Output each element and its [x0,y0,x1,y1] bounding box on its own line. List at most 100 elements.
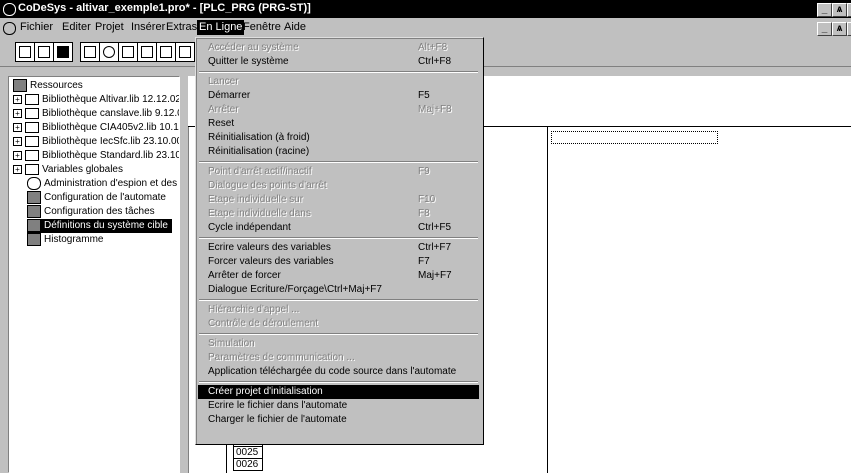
tree-item-histogramme[interactable]: Histogramme [27,233,103,247]
line-number: 0026 [236,459,259,470]
expand-icon[interactable]: + [13,136,22,146]
monitor-divider[interactable] [547,127,548,473]
menu-item-shortcut: F5 [418,90,430,101]
object-tree[interactable]: Ressources + Bibliothèque Altivar.lib 12.… [8,76,180,473]
menu-item-22[interactable]: Contrôle de déroulement [198,317,479,331]
menu-item-4[interactable]: Démarrer F5 [198,89,479,103]
tree-item-ressources[interactable]: Ressources [13,79,83,93]
folder-icon [25,121,39,133]
menu-item-6[interactable]: Reset [198,117,479,131]
open-folder-icon[interactable] [34,42,54,62]
tree-item-config-automate[interactable]: Configuration de l'automate [27,191,166,205]
stop-icon[interactable] [137,42,157,62]
doc-restore-button[interactable]: ѧ [832,22,847,36]
menu-item-label: Quitter le système [208,56,289,67]
menu-item-24[interactable]: Simulation [198,337,479,351]
menu-item-5[interactable]: Arrêter Maj+F8 [198,103,479,117]
expand-icon[interactable]: + [13,150,22,160]
menu-item-shortcut: F7 [418,256,430,267]
menu-item-12[interactable]: Etape individuelle sur F10 [198,193,479,207]
logout-icon[interactable] [99,42,119,62]
menu-item-17[interactable]: Forcer valeurs des variables F7 [198,255,479,269]
menu-item-7[interactable]: Réinitialisation (à froid) [198,131,479,145]
step-in-icon[interactable] [175,42,195,62]
menu-item-0[interactable]: Accéder au système Alt+F8 [198,41,479,55]
menu-item-18[interactable]: Arrêter de forcer Maj+F7 [198,269,479,283]
tree-item-lib-iecsfc[interactable]: + Bibliothèque IecSfc.lib 23.10.00 15:2 [13,135,179,149]
expand-icon[interactable]: + [13,108,22,118]
run-icon[interactable] [118,42,138,62]
tree-item-label: Variables globales [42,164,123,175]
menu-item-label: Accéder au système [208,42,299,53]
menu-item-30[interactable]: Charger le fichier de l'automate [198,413,479,427]
new-file-icon[interactable] [15,42,35,62]
app-icon [3,3,16,16]
menu-item-10[interactable]: Point d'arrêt actif/inactif F9 [198,165,479,179]
menu-item-26[interactable]: Application téléchargée du code source d… [198,365,479,379]
menu-item-14[interactable]: Cycle indépendant Ctrl+F5 [198,221,479,235]
login-icon[interactable] [80,42,100,62]
tree-item-lib-standard[interactable]: + Bibliothèque Standard.lib 23.10.00 1! [13,149,179,163]
tree-item-label: Administration d'espion et des recette [44,178,179,190]
tree-item-definitions-cible[interactable]: Définitions du système cible [27,219,172,233]
menu-item-label: Réinitialisation (à froid) [208,132,310,143]
menu-fenetre[interactable]: Fenêtre [243,21,281,33]
menu-extras[interactable]: Extras [166,21,197,33]
menu-item-shortcut: F9 [418,166,430,177]
line-number: 0025 [234,447,262,459]
menu-item-8[interactable]: Réinitialisation (racine) [198,145,479,159]
menu-item-label: Simulation [208,338,255,349]
window-title: CoDeSys - altivar_exemple1.pro* - [PLC_P… [18,2,311,14]
menu-item-1[interactable]: Quitter le système Ctrl+F8 [198,55,479,69]
trace-icon [27,233,41,246]
folder-icon [25,107,39,119]
menu-item-29[interactable]: Ecrire le fichier dans l'automate [198,399,479,413]
tree-item-lib-cia405[interactable]: + Bibliothèque CIA405v2.lib 10.12.02 1 [13,121,179,135]
menu-inserer[interactable]: Insérer [131,21,165,33]
menu-item-label: Dialogue des points d'arrêt [208,180,327,191]
menu-item-19[interactable]: Dialogue Ecriture/Forçage\Ctrl+Maj+F7 [198,283,479,297]
tree-item-variables-globales[interactable]: + Variables globales [13,163,123,177]
menu-separator [199,237,478,239]
monitor-field[interactable] [551,131,718,144]
tree-item-lib-altivar[interactable]: + Bibliothèque Altivar.lib 12.12.02 11:0 [13,93,179,107]
expand-icon[interactable]: + [13,164,22,174]
expand-icon[interactable]: + [13,94,22,104]
menu-item-label: Point d'arrêt actif/inactif [208,166,312,177]
tree-item-label: Configuration de l'automate [44,192,166,204]
tree-item-administration[interactable]: Administration d'espion et des recette [27,177,179,191]
menu-separator [199,71,478,73]
save-icon[interactable] [53,42,73,62]
menu-item-label: Paramètres de communication ... [208,352,355,363]
tree-item-config-taches[interactable]: Configuration des tâches [27,205,155,219]
expand-icon[interactable]: + [13,122,22,132]
menu-item-label: Application téléchargée du code source d… [208,366,457,377]
menu-item-label: Ecrire le fichier dans l'automate [208,400,348,411]
menu-fichier[interactable]: Fichier [20,21,53,33]
resources-icon [13,79,27,92]
menu-item-21[interactable]: Hiérarchie d'appel ... [198,303,479,317]
menu-aide[interactable]: Aide [284,21,306,33]
minimize-button[interactable]: _ [817,3,832,17]
close-button[interactable] [847,3,851,17]
tree-item-label: Bibliothèque CIA405v2.lib 10.12.02 1 [42,122,179,133]
menu-item-25[interactable]: Paramètres de communication ... [198,351,479,365]
menu-item-28[interactable]: Créer projet d'initialisation [198,385,479,399]
doc-minimize-button[interactable]: _ [817,22,832,36]
menu-item-label: Contrôle de déroulement [208,318,319,329]
menu-editer[interactable]: Editer [62,21,91,33]
step-over-icon[interactable] [156,42,176,62]
menu-en-ligne[interactable]: En Ligne [197,20,245,35]
menu-separator [199,299,478,301]
menu-item-shortcut: Alt+F8 [418,42,448,53]
menu-projet[interactable]: Projet [95,21,124,33]
doc-close-button[interactable] [847,22,851,36]
tree-item-lib-canslave[interactable]: + Bibliothèque canslave.lib 9.12.02 12: [13,107,179,121]
menu-item-11[interactable]: Dialogue des points d'arrêt [198,179,479,193]
menu-item-shortcut: Maj+F7 [418,270,452,281]
menu-item-13[interactable]: Etape individuelle dans F8 [198,207,479,221]
menu-item-16[interactable]: Ecrire valeurs des variables Ctrl+F7 [198,241,479,255]
maximize-button[interactable]: ѧ [832,3,847,17]
menu-item-3[interactable]: Lancer [198,75,479,89]
doc-icon [3,22,16,35]
